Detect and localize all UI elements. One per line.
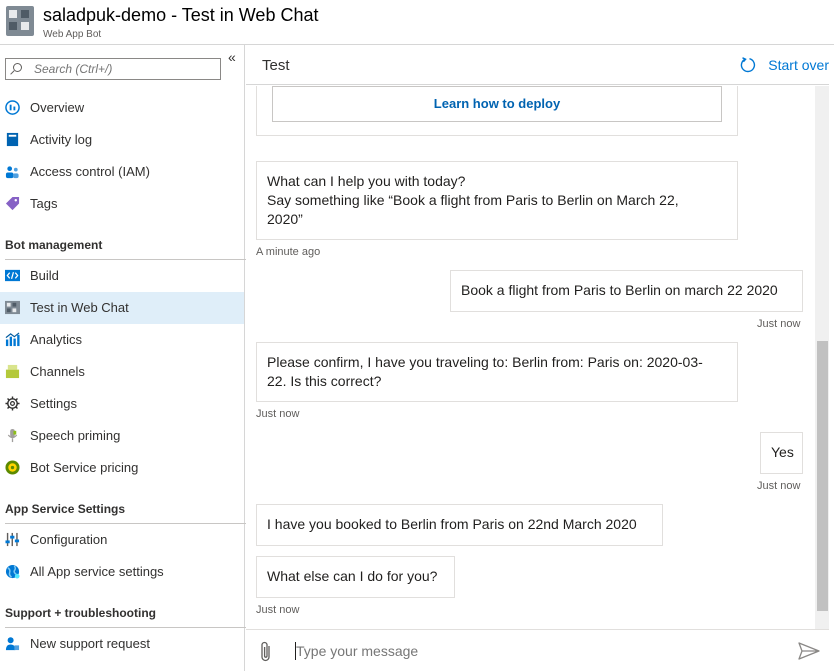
search-icon bbox=[13, 63, 22, 72]
message-input[interactable] bbox=[296, 641, 776, 661]
message-line: Please confirm, I have you traveling to:… bbox=[267, 354, 703, 370]
section-title-support-troubleshooting: Support + troubleshooting bbox=[5, 606, 156, 620]
refresh-icon bbox=[741, 57, 756, 73]
paperclip-icon[interactable] bbox=[258, 641, 274, 663]
sidebar-item-bot-service-pricing[interactable]: Bot Service pricing bbox=[0, 452, 244, 484]
sidebar-item-test-in-web-chat[interactable]: Test in Web Chat bbox=[0, 292, 244, 324]
chat-transcript: Learn how to deploy What can I help you … bbox=[246, 86, 815, 629]
sidebar-item-label: Configuration bbox=[30, 532, 108, 547]
user-message: Yes bbox=[760, 432, 803, 474]
bot-message: I have you booked to Berlin from Paris o… bbox=[256, 504, 663, 546]
message-line: Book a flight from Paris to Berlin on ma… bbox=[461, 282, 778, 298]
microphone-icon bbox=[7, 428, 18, 443]
send-icon[interactable] bbox=[798, 642, 820, 660]
message-timestamp: Just now bbox=[256, 604, 300, 616]
sidebar-item-label: Build bbox=[30, 268, 59, 283]
sidebar-item-label: Test in Web Chat bbox=[30, 300, 129, 315]
sidebar-item-label: New support request bbox=[30, 636, 150, 651]
sidebar-item-label: Tags bbox=[30, 196, 58, 211]
channels-icon bbox=[5, 364, 20, 379]
sidebar-item-channels[interactable]: Channels bbox=[0, 356, 244, 388]
pane-title: Test bbox=[262, 57, 290, 74]
search-input[interactable] bbox=[34, 62, 214, 76]
sidebar-item-build[interactable]: Build bbox=[0, 260, 244, 292]
web-chat-icon bbox=[5, 300, 20, 315]
sidebar-item-label: Overview bbox=[30, 100, 85, 115]
test-web-chat-pane: Test Start over Learn how to deploy What… bbox=[246, 45, 834, 671]
sidebar-item-label: Channels bbox=[30, 364, 85, 379]
sidebar-item-overview[interactable]: Overview bbox=[0, 92, 244, 124]
message-timestamp: Just now bbox=[757, 318, 801, 330]
message-composer bbox=[246, 629, 829, 671]
user-message: Book a flight from Paris to Berlin on ma… bbox=[450, 270, 803, 312]
message-timestamp: Just now bbox=[757, 480, 801, 492]
sidebar-item-analytics[interactable]: Analytics bbox=[0, 324, 244, 356]
activity-log-icon bbox=[6, 132, 19, 147]
iam-icon bbox=[5, 166, 19, 179]
analytics-icon bbox=[5, 332, 20, 347]
sidebar-item-label: Bot Service pricing bbox=[30, 460, 139, 475]
page-header: saladpuk-demo - Test in Web Chat Web App… bbox=[0, 0, 834, 45]
sidebar-item-activity-log[interactable]: Activity log bbox=[0, 124, 244, 156]
message-line: Say something like “Book a flight from P… bbox=[267, 192, 679, 208]
pricing-icon bbox=[5, 460, 20, 475]
message-line: I have you booked to Berlin from Paris o… bbox=[267, 516, 637, 532]
search-box[interactable] bbox=[5, 58, 221, 80]
learn-how-to-deploy-button[interactable]: Learn how to deploy bbox=[272, 86, 722, 122]
sidebar-item-configuration[interactable]: Configuration bbox=[0, 524, 244, 556]
page-subtitle: Web App Bot bbox=[43, 29, 102, 40]
sidebar-item-label: All App service settings bbox=[30, 564, 164, 579]
message-line: Yes bbox=[771, 444, 794, 460]
sidebar-item-new-support-request[interactable]: New support request bbox=[0, 628, 244, 660]
chat-scrollbar[interactable] bbox=[815, 86, 829, 629]
person-icon bbox=[5, 637, 20, 651]
start-over-label: Start over bbox=[768, 57, 829, 73]
sliders-icon bbox=[5, 532, 20, 547]
start-over-button[interactable]: Start over bbox=[740, 53, 829, 77]
sidebar-item-settings[interactable]: Settings bbox=[0, 388, 244, 420]
sidebar-item-label: Settings bbox=[30, 396, 77, 411]
sidebar-item-tags[interactable]: Tags bbox=[0, 188, 244, 220]
bot-message: Please confirm, I have you traveling to:… bbox=[256, 342, 738, 402]
section-title-app-service-settings: App Service Settings bbox=[5, 502, 126, 516]
message-timestamp: Just now bbox=[256, 408, 300, 420]
overview-icon bbox=[5, 100, 20, 115]
gear-icon bbox=[5, 396, 20, 411]
collapse-sidebar-button[interactable]: « bbox=[228, 49, 236, 65]
page-title: saladpuk-demo - Test in Web Chat bbox=[43, 5, 319, 25]
sidebar-item-speech-priming[interactable]: Speech priming bbox=[0, 420, 244, 452]
bot-message: What can I help you with today? Say some… bbox=[256, 161, 738, 240]
sidebar: « Overview Activity log Access control (… bbox=[0, 45, 248, 671]
message-line: 2020” bbox=[267, 211, 303, 227]
pane-header: Test Start over bbox=[246, 45, 829, 85]
web-app-bot-logo-icon bbox=[6, 6, 34, 36]
message-line: What else can I do for you? bbox=[267, 568, 438, 584]
bot-message: What else can I do for you? bbox=[256, 556, 455, 598]
code-icon bbox=[5, 269, 20, 282]
sidebar-item-all-app-service-settings[interactable]: All App service settings bbox=[0, 556, 244, 588]
sidebar-item-label: Activity log bbox=[30, 132, 93, 147]
sidebar-item-label: Access control (IAM) bbox=[30, 164, 150, 179]
message-line: 22. Is this correct? bbox=[267, 373, 382, 389]
hero-card: Learn how to deploy bbox=[256, 86, 738, 136]
sidebar-item-label: Analytics bbox=[30, 332, 83, 347]
tag-icon bbox=[5, 196, 20, 211]
scrollbar-thumb[interactable] bbox=[817, 341, 828, 611]
message-timestamp: A minute ago bbox=[256, 246, 321, 258]
section-title-bot-management: Bot management bbox=[5, 238, 103, 252]
globe-icon bbox=[5, 564, 20, 579]
sidebar-item-access-control[interactable]: Access control (IAM) bbox=[0, 156, 244, 188]
sidebar-item-label: Speech priming bbox=[30, 428, 121, 443]
message-line: What can I help you with today? bbox=[267, 173, 466, 189]
